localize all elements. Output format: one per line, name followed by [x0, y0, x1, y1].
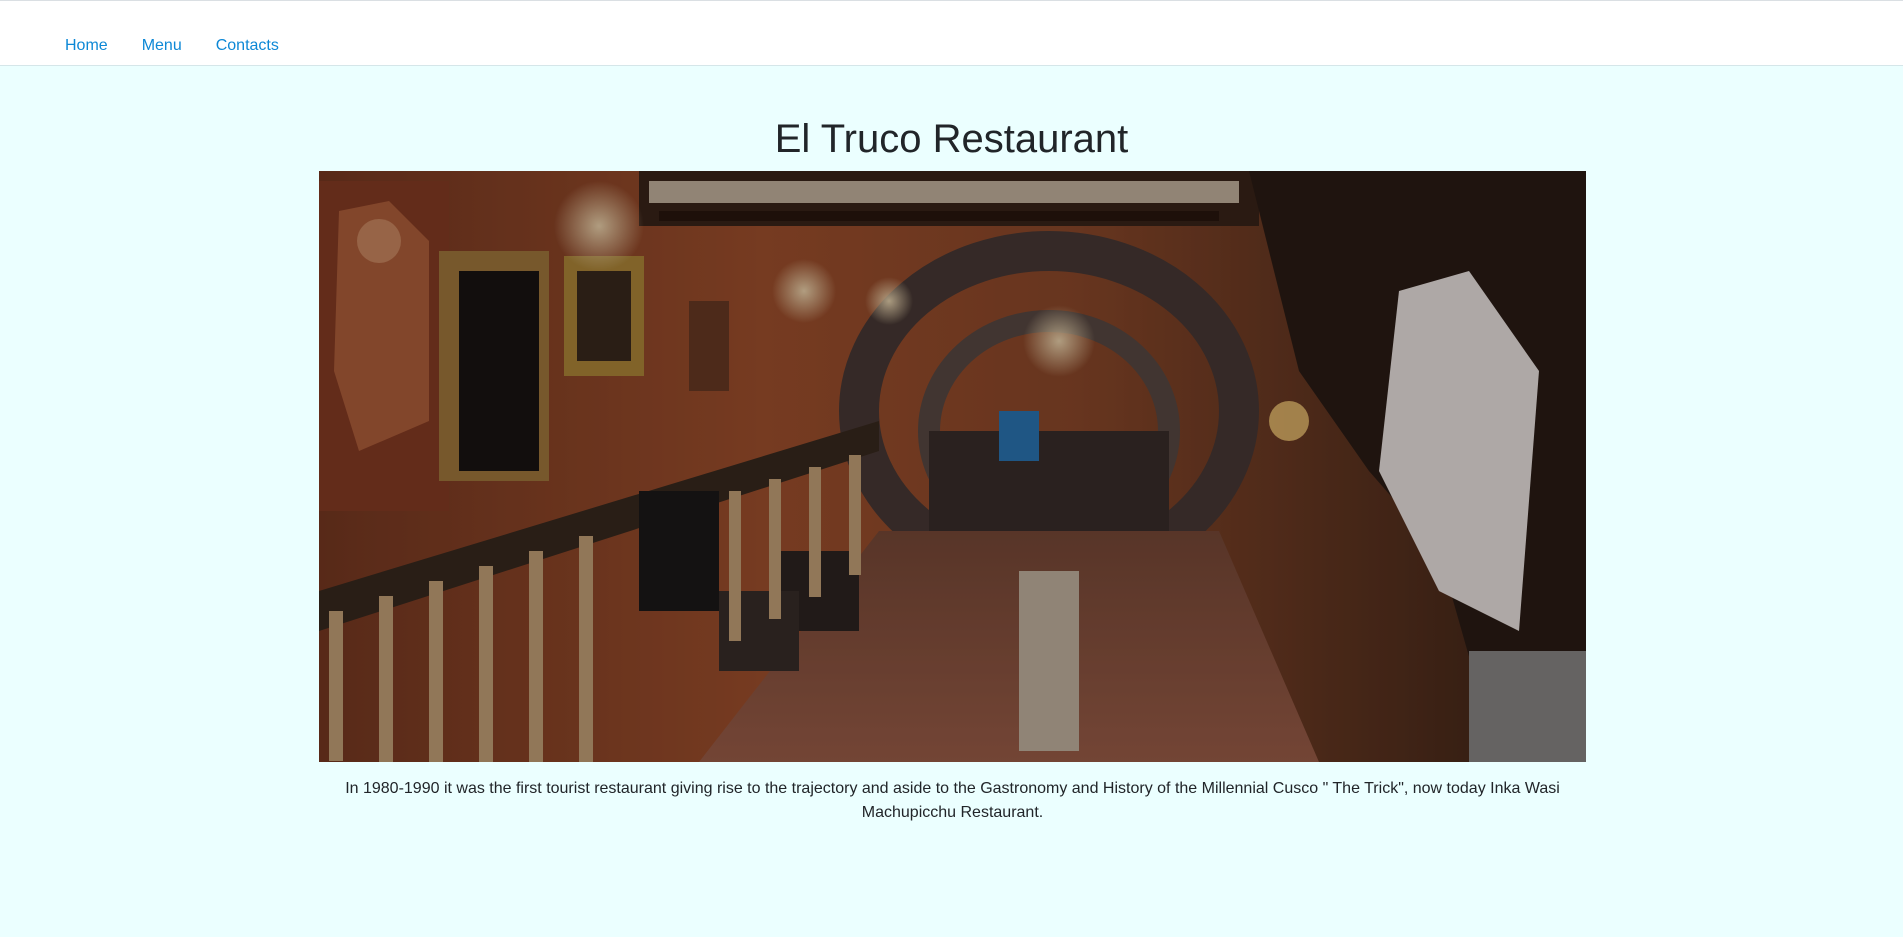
- nav-link-contacts[interactable]: Contacts: [216, 37, 279, 55]
- top-navbar: Home Menu Contacts: [0, 0, 1903, 66]
- nav-link-menu[interactable]: Menu: [142, 37, 182, 55]
- image-caption: In 1980-1990 it was the first tourist re…: [345, 780, 1560, 821]
- restaurant-interior-image: [319, 171, 1586, 762]
- page-title: El Truco Restaurant: [774, 117, 1129, 161]
- main-nav: Home Menu Contacts: [65, 37, 313, 55]
- nav-link-home[interactable]: Home: [65, 37, 108, 55]
